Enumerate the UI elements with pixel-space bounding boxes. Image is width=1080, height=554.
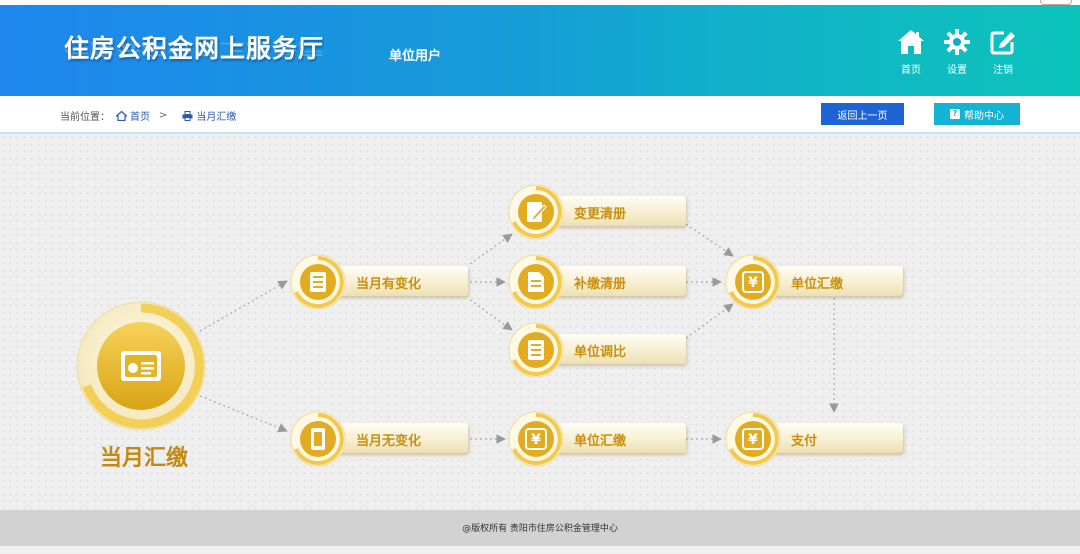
back-button[interactable]: 返回上一页	[821, 103, 904, 125]
nav-home-label: 首页	[901, 65, 921, 76]
arrow-changed-ratio	[469, 299, 513, 331]
logout-edit-icon	[990, 31, 1015, 55]
breadcrumb: 当前位置： 首页 > 当月汇缴	[60, 108, 236, 123]
footer: @版权所有 贵阳市住房公积金管理中心	[0, 510, 1080, 546]
notebook-icon	[290, 411, 346, 467]
nav-home[interactable]: 首页	[891, 29, 931, 76]
flow-node-change-list[interactable]: 变更清册	[508, 184, 688, 240]
breadcrumb-separator: >	[159, 110, 168, 121]
arrow-changed-change-list	[469, 233, 513, 265]
edit-document-icon	[508, 184, 564, 240]
flow-node-supplement-list[interactable]: 补缴清册	[508, 254, 688, 310]
flow-node-supplement-list-label: 补缴清册	[574, 277, 627, 292]
flow-node-change-list-label: 变更清册	[574, 207, 627, 222]
help-center-label: 帮助中心	[964, 110, 1004, 122]
arrow-root-changed	[199, 280, 288, 332]
help-icon: ?	[950, 109, 960, 119]
flow-node-summary-pay-b[interactable]: 单位汇缴 ¥	[508, 411, 688, 467]
content-area: 当月汇缴 当月有变化 当月无变化 变更清册 补缴清册 单位调比 单位汇缴 ¥ 单…	[0, 134, 1080, 510]
flow-node-summary-pay-b-label: 单位汇缴	[574, 434, 627, 449]
flow-node-pay-label: 支付	[791, 434, 818, 449]
breadcrumb-prefix: 当前位置：	[60, 112, 110, 123]
flow-node-changed-label: 当月有变化	[356, 277, 422, 292]
arrow-root-unchanged	[199, 395, 288, 433]
flow-node-ratio-adjust-label: 单位调比	[574, 345, 627, 360]
flow-node-unchanged-label: 当月无变化	[356, 434, 422, 449]
flow-node-unchanged[interactable]: 当月无变化	[290, 411, 470, 467]
user-type-label: 单位用户	[389, 49, 442, 64]
nav-logout[interactable]: 注销	[983, 29, 1023, 76]
gear-icon	[944, 29, 970, 55]
flow-node-summary-pay-a[interactable]: 单位汇缴 ¥	[725, 254, 905, 310]
copyright-text: @版权所有 贵阳市住房公积金管理中心	[462, 524, 618, 534]
nav-logout-label: 注销	[993, 65, 1013, 76]
yen-icon: ¥	[725, 411, 781, 467]
yen-icon: ¥	[725, 254, 781, 310]
document-icon	[290, 254, 346, 310]
printer-icon	[182, 110, 193, 121]
flow-node-ratio-adjust[interactable]: 单位调比	[508, 322, 688, 378]
flow-node-summary-pay-a-label: 单位汇缴	[791, 277, 844, 292]
arrow-change-list-summary	[685, 223, 734, 257]
app-header: 住房公积金网上服务厅 住房公积金网上服务厅 单位用户 首页 设置 注销	[0, 5, 1080, 96]
bottom-strip	[0, 546, 1080, 554]
home-icon	[898, 30, 924, 54]
breadcrumb-bar: 当前位置： 首页 > 当月汇缴 返回上一页 ? 帮助中心	[0, 96, 1080, 134]
flow-node-pay[interactable]: 支付 ¥	[725, 411, 905, 467]
breadcrumb-current: 当月汇缴	[196, 112, 237, 123]
app-title-reflection: 住房公积金网上服务厅	[64, 40, 325, 58]
home-small-icon	[116, 110, 127, 121]
flow-root-node[interactable]	[75, 300, 207, 432]
document-icon	[508, 254, 564, 310]
flow-node-changed[interactable]: 当月有变化	[290, 254, 470, 310]
flow-root-label: 当月汇缴	[99, 446, 188, 471]
svg-text:¥: ¥	[531, 432, 541, 448]
svg-text:¥: ¥	[748, 432, 758, 448]
payment-card-icon	[76, 301, 206, 431]
help-center-button[interactable]: ? 帮助中心	[934, 103, 1020, 125]
nav-settings-label: 设置	[947, 65, 967, 76]
document-icon	[508, 322, 564, 378]
breadcrumb-home-link[interactable]: 首页	[130, 108, 150, 123]
nav-settings[interactable]: 设置	[937, 29, 977, 76]
svg-text:¥: ¥	[748, 275, 758, 291]
yen-icon: ¥	[508, 411, 564, 467]
